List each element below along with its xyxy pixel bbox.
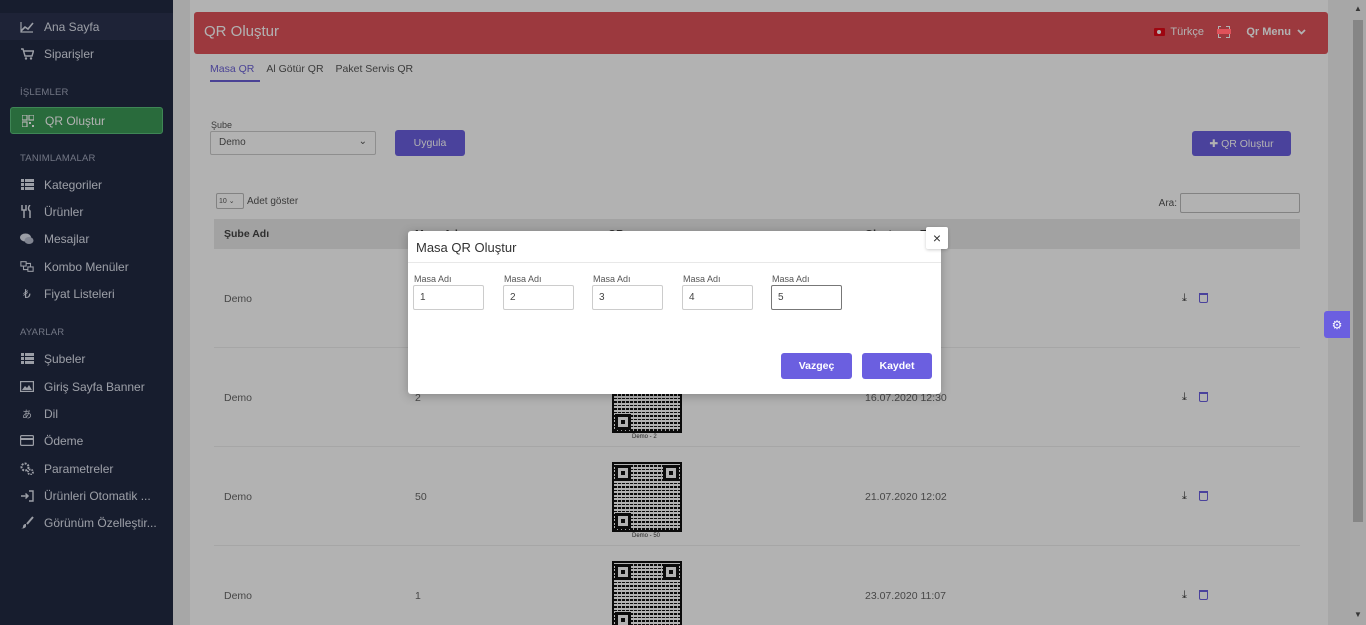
table-name-input-5[interactable] xyxy=(771,285,842,310)
field-label: Masa Adı xyxy=(414,274,452,284)
table-name-input-1[interactable] xyxy=(413,285,484,310)
table-name-input-3[interactable] xyxy=(592,285,663,310)
field-label: Masa Adı xyxy=(504,274,542,284)
table-name-field-1: Masa Adı xyxy=(413,274,484,310)
table-name-field-5: Masa Adı xyxy=(771,274,842,310)
table-name-field-3: Masa Adı xyxy=(592,274,663,310)
table-name-field-4: Masa Adı xyxy=(682,274,753,310)
table-name-input-2[interactable] xyxy=(503,285,574,310)
table-name-field-2: Masa Adı xyxy=(503,274,574,310)
field-label: Masa Adı xyxy=(772,274,810,284)
settings-floating-button[interactable]: ⚙ xyxy=(1324,311,1350,338)
cancel-button[interactable]: Vazgeç xyxy=(781,353,852,379)
create-table-qr-modal: Masa QR Oluştur Masa Adı Masa Adı Masa A… xyxy=(408,231,941,394)
modal-title: Masa QR Oluştur xyxy=(408,231,941,263)
field-label: Masa Adı xyxy=(593,274,631,284)
table-name-input-4[interactable] xyxy=(682,285,753,310)
save-button[interactable]: Kaydet xyxy=(862,353,932,379)
close-icon[interactable]: × xyxy=(926,227,948,249)
gear-icon: ⚙ xyxy=(1331,317,1343,332)
field-label: Masa Adı xyxy=(683,274,721,284)
